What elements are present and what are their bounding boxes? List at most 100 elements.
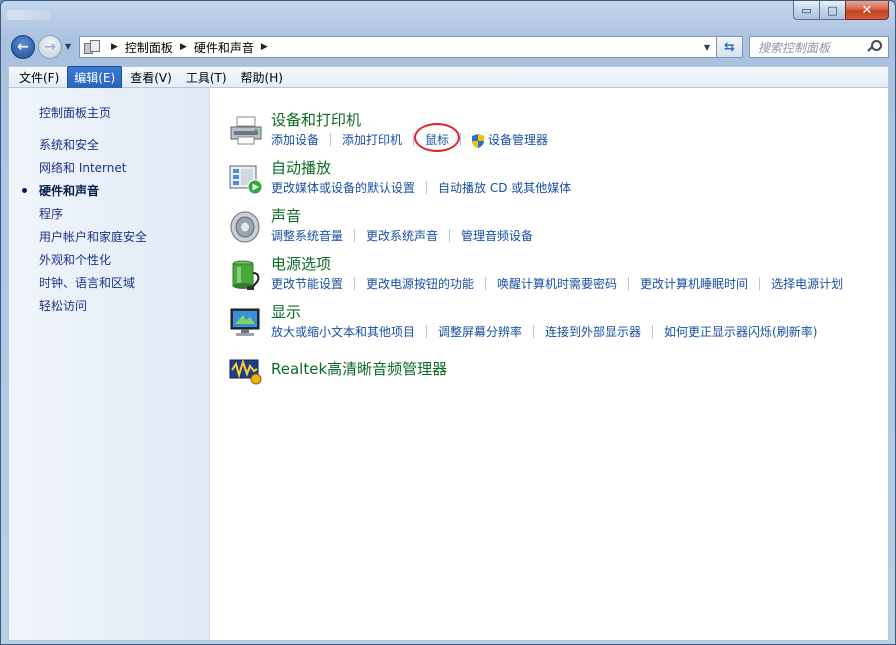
category-links: 更改媒体或设备的默认设置 自动播放 CD 或其他媒体 [271,179,571,196]
breadcrumb-chevron-icon[interactable]: ▶ [261,42,268,52]
breadcrumb-chevron-icon[interactable]: ▶ [111,42,118,52]
sidebar-item-label: 硬件和声音 [39,184,100,198]
maximize-icon: □ [827,3,838,17]
sidebar-item-system-security[interactable]: 系统和安全 [39,137,147,160]
sidebar-item-ease-of-access[interactable]: 轻松访问 [39,298,147,321]
menu-help[interactable]: 帮助(H) [235,67,289,88]
link-divider [354,277,356,290]
change-default-media-settings-link[interactable]: 更改媒体或设备的默认设置 [271,179,415,196]
category-title-autoplay[interactable]: 自动播放 [271,157,331,178]
realtek-audio-icon[interactable] [229,354,263,386]
choose-power-plan-link[interactable]: 选择电源计划 [771,275,843,292]
sidebar-item-label: 用户帐户和家庭安全 [39,230,148,244]
link-divider [449,229,451,242]
menu-file[interactable]: 文件(F) [13,67,65,88]
sidebar: 控制面板主页 系统和安全 网络和 Internet 硬件和声音 程序 用户帐户和… [9,88,210,640]
search-input[interactable]: 搜索控制面板 [749,36,889,58]
manage-audio-devices-link[interactable]: 管理音频设备 [461,227,533,244]
category-autoplay: 自动播放 更改媒体或设备的默认设置 自动播放 CD 或其他媒体 [229,157,879,203]
link-divider [426,325,428,338]
sidebar-item-label: 系统和安全 [39,138,100,152]
autoplay-icon[interactable] [229,163,263,195]
main-panel: 设备和打印机 添加设备 添加打印机 鼠标 设备管理器 自动播放 更改媒体或设备的… [229,88,889,640]
menu-edit[interactable]: 编辑(E) [67,65,123,89]
maximize-button[interactable]: □ [819,1,845,20]
autoplay-cd-link[interactable]: 自动播放 CD 或其他媒体 [438,179,571,196]
breadcrumb-hardware-sound[interactable]: 硬件和声音 [194,39,254,56]
refresh-rate-link[interactable]: 如何更正显示器闪烁(刷新率) [664,323,817,340]
sidebar-item-network-internet[interactable]: 网络和 Internet [39,160,147,183]
search-icon[interactable] [867,40,882,54]
mouse-link[interactable]: 鼠标 [414,123,461,152]
breadcrumb-chevron-icon[interactable]: ▶ [180,42,187,52]
forward-button[interactable]: → [38,35,62,59]
device-manager-link[interactable]: 设备管理器 [488,131,548,148]
caption-buttons: ▭ □ ✕ [793,1,889,21]
printer-icon[interactable] [229,115,263,147]
window-title-blurred [7,10,51,20]
uac-shield-icon [472,133,485,148]
category-links: 调整系统音量 更改系统声音 管理音频设备 [271,227,533,244]
sidebar-item-hardware-sound: 硬件和声音 [22,183,147,206]
breadcrumb-control-panel[interactable]: 控制面板 [125,39,173,56]
minimize-button[interactable]: ▭ [793,1,819,20]
address-dropdown-icon[interactable]: ▼ [704,43,710,52]
category-title-sound[interactable]: 声音 [271,205,301,226]
address-bar[interactable]: ▶ 控制面板 ▶ 硬件和声音 ▶ ▼ [79,36,717,58]
screen-resolution-link[interactable]: 调整屏幕分辨率 [438,323,522,340]
sidebar-item-appearance[interactable]: 外观和个性化 [39,252,147,275]
change-power-saving-link[interactable]: 更改节能设置 [271,275,343,292]
sidebar-item-clock-language[interactable]: 时钟、语言和区域 [39,275,147,298]
back-button[interactable]: ← [11,35,35,59]
external-display-link[interactable]: 连接到外部显示器 [545,323,641,340]
category-title-realtek-audio[interactable]: Realtek高清晰音频管理器 [271,358,447,379]
minimize-icon: ▭ [801,3,812,17]
change-power-button-link[interactable]: 更改电源按钮的功能 [366,275,474,292]
highlight-circle [414,123,461,152]
category-title-display[interactable]: 显示 [271,301,301,322]
link-divider [426,181,428,194]
sidebar-item-label: 时钟、语言和区域 [39,276,136,290]
change-sleep-time-link[interactable]: 更改计算机睡眠时间 [640,275,748,292]
sidebar-item-label: 程序 [39,207,64,221]
menu-tools[interactable]: 工具(T) [180,67,233,88]
category-title-devices-printers[interactable]: 设备和打印机 [271,109,361,130]
category-title-power-options[interactable]: 电源选项 [271,253,331,274]
sidebar-item-label: 外观和个性化 [39,253,112,267]
link-divider [460,133,462,146]
close-button[interactable]: ✕ [845,1,889,20]
current-bullet-icon [22,188,27,193]
battery-icon[interactable] [229,259,263,291]
sidebar-item-user-accounts[interactable]: 用户帐户和家庭安全 [39,229,147,252]
link-divider [330,133,332,146]
control-panel-icon [84,40,100,54]
require-password-on-wake-link[interactable]: 唤醒计算机时需要密码 [497,275,617,292]
menu-view[interactable]: 查看(V) [124,67,178,88]
menu-bar: 文件(F) 编辑(E) 查看(V) 工具(T) 帮助(H) [8,65,889,89]
title-bar[interactable]: ▭ □ ✕ [1,1,895,31]
monitor-icon[interactable] [229,307,263,339]
category-power-options: 电源选项 更改节能设置 更改电源按钮的功能 唤醒计算机时需要密码 更改计算机睡眠… [229,253,879,299]
close-icon: ✕ [861,2,873,18]
refresh-icon: ⇆ [724,39,735,55]
add-device-link[interactable]: 添加设备 [271,131,319,148]
control-panel-window: ▭ □ ✕ ← → ▼ ▶ 控制面板 ▶ 硬件和声音 ▶ ▼ ⇆ 搜索控制面板 … [0,0,896,645]
refresh-button[interactable]: ⇆ [717,36,743,58]
speaker-icon[interactable] [229,211,263,243]
add-printer-link[interactable]: 添加打印机 [342,131,402,148]
recent-pages-dropdown[interactable]: ▼ [65,42,71,51]
link-divider [533,325,535,338]
sidebar-home-link[interactable]: 控制面板主页 [39,104,111,121]
sidebar-item-label: 轻松访问 [39,299,88,313]
sidebar-item-programs[interactable]: 程序 [39,206,147,229]
category-devices-printers: 设备和打印机 添加设备 添加打印机 鼠标 设备管理器 [229,109,879,155]
adjust-volume-link[interactable]: 调整系统音量 [271,227,343,244]
link-divider [652,325,654,338]
content-area: 控制面板主页 系统和安全 网络和 Internet 硬件和声音 程序 用户帐户和… [8,88,889,641]
category-links: 放大或缩小文本和其他项目 调整屏幕分辨率 连接到外部显示器 如何更正显示器闪烁(… [271,323,817,340]
category-realtek-audio: Realtek高清晰音频管理器 [229,352,879,398]
forward-arrow-icon: → [44,39,56,55]
sidebar-list: 系统和安全 网络和 Internet 硬件和声音 程序 用户帐户和家庭安全 外观… [22,137,147,321]
change-system-sounds-link[interactable]: 更改系统声音 [366,227,438,244]
text-size-link[interactable]: 放大或缩小文本和其他项目 [271,323,415,340]
